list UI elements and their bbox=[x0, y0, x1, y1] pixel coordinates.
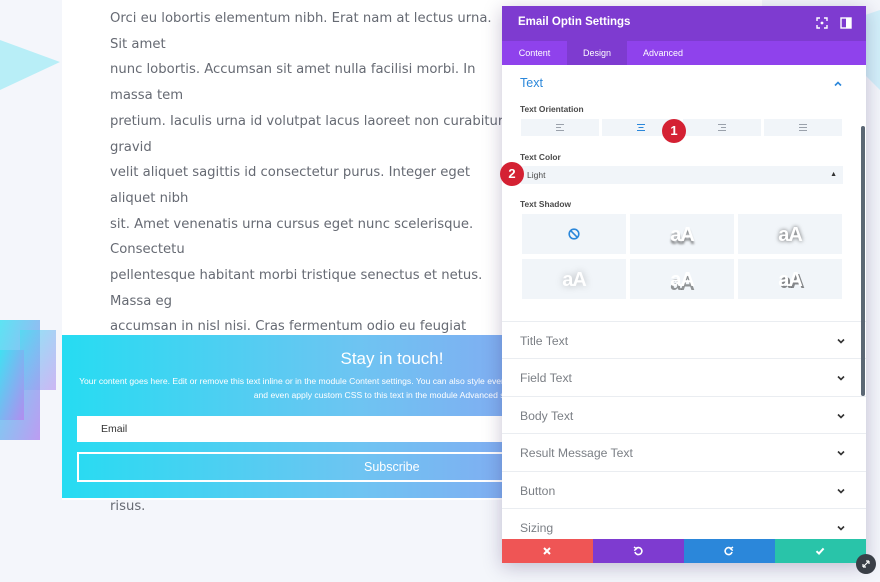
close-icon bbox=[543, 547, 551, 555]
section-result-message-text[interactable]: Result Message Text bbox=[502, 433, 866, 471]
text-color-select[interactable]: Light ▲︎ bbox=[521, 166, 843, 184]
resize-handle-icon bbox=[862, 560, 870, 568]
undo-icon bbox=[633, 546, 643, 556]
checkmark-icon bbox=[815, 547, 825, 556]
ban-icon bbox=[568, 228, 580, 240]
chevron-down-icon bbox=[837, 525, 845, 531]
text-color-value: Light bbox=[527, 170, 546, 180]
redo-icon bbox=[724, 546, 734, 556]
section-text-title[interactable]: Text bbox=[520, 76, 543, 90]
shadow-preset-2[interactable]: aA bbox=[738, 214, 842, 254]
align-left-icon bbox=[556, 124, 564, 131]
chevron-down-icon bbox=[837, 488, 845, 494]
panel-title: Email Optin Settings bbox=[518, 16, 631, 28]
shadow-preset-3[interactable]: aA bbox=[522, 259, 626, 299]
chevron-down-icon bbox=[837, 375, 845, 381]
shadow-preview-text: aA bbox=[778, 224, 803, 246]
shadow-preset-1[interactable]: aA bbox=[630, 214, 734, 254]
align-center-icon bbox=[637, 123, 645, 132]
shadow-preset-4[interactable]: aA bbox=[630, 259, 734, 299]
annotation-badge-2: 2 bbox=[500, 162, 524, 186]
section-label: Sizing bbox=[520, 521, 554, 535]
align-justify-icon bbox=[799, 124, 807, 131]
tab-advanced[interactable]: Advanced bbox=[627, 41, 699, 65]
section-label: Body Text bbox=[520, 409, 574, 423]
shadow-preset-5[interactable]: aA bbox=[738, 259, 842, 299]
orientation-justify-button[interactable] bbox=[764, 119, 842, 136]
text-shadow-label: Text Shadow bbox=[520, 199, 572, 209]
undo-button[interactable] bbox=[593, 539, 684, 563]
section-label: Result Message Text bbox=[520, 446, 633, 460]
panel-tabs: Content Design Advanced bbox=[502, 41, 866, 65]
chevron-up-icon[interactable] bbox=[833, 79, 843, 89]
settings-panel: Email Optin Settings Content Design Adva… bbox=[502, 6, 866, 563]
shadow-preview-text: aA bbox=[670, 269, 695, 291]
shadow-preset-none[interactable] bbox=[522, 214, 626, 254]
shadow-preview-text: aA bbox=[670, 224, 695, 246]
chevron-down-icon bbox=[837, 413, 845, 419]
section-label: Field Text bbox=[520, 371, 572, 385]
tab-design[interactable]: Design bbox=[567, 41, 627, 65]
section-title-text[interactable]: Title Text bbox=[502, 321, 866, 359]
chevron-down-icon bbox=[837, 450, 845, 456]
section-field-text[interactable]: Field Text bbox=[502, 358, 866, 396]
section-label: Title Text bbox=[520, 334, 569, 348]
section-button[interactable]: Button bbox=[502, 471, 866, 509]
panel-footer bbox=[502, 539, 866, 563]
chevron-down-icon bbox=[837, 338, 845, 344]
section-body-text[interactable]: Body Text bbox=[502, 396, 866, 434]
orientation-left-button[interactable] bbox=[521, 119, 599, 136]
resize-handle[interactable] bbox=[856, 554, 876, 574]
expand-icon[interactable] bbox=[816, 17, 828, 29]
discard-button[interactable] bbox=[502, 539, 593, 563]
orientation-right-button[interactable] bbox=[683, 119, 761, 136]
sidebar-toggle-icon[interactable] bbox=[840, 17, 852, 29]
section-label: Button bbox=[520, 484, 556, 498]
save-button[interactable] bbox=[775, 539, 866, 563]
shadow-preview-text: aA bbox=[562, 269, 587, 291]
text-orientation-label: Text Orientation bbox=[520, 104, 584, 114]
redo-button[interactable] bbox=[684, 539, 775, 563]
tab-content[interactable]: Content bbox=[502, 41, 567, 65]
select-arrows-icon: ▲︎ bbox=[830, 171, 837, 178]
align-right-icon bbox=[718, 124, 726, 131]
panel-scrollbar[interactable] bbox=[861, 126, 865, 396]
annotation-badge-1: 1 bbox=[662, 119, 686, 143]
shadow-preview-text: aA bbox=[778, 269, 803, 291]
panel-header: Email Optin Settings bbox=[502, 6, 866, 41]
text-color-label: Text Color bbox=[520, 152, 561, 162]
